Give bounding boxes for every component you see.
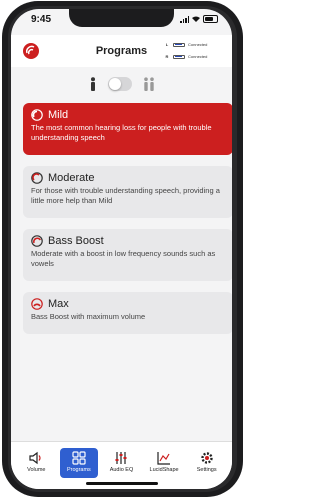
left-device-battery bbox=[173, 42, 185, 47]
left-device-connection: Connected bbox=[188, 42, 208, 47]
mode-toggle-row bbox=[11, 71, 232, 97]
mode-toggle-switch[interactable] bbox=[107, 77, 132, 91]
program-name: Mild bbox=[48, 109, 69, 121]
right-device-connection: Connected bbox=[188, 54, 208, 59]
tab-audio-eq[interactable]: Audio EQ bbox=[102, 448, 140, 478]
chart-icon bbox=[157, 452, 171, 465]
program-card-bass-boost[interactable]: Bass Boost Moderate with a boost in low … bbox=[23, 229, 232, 281]
status-time: 9:45 bbox=[31, 14, 52, 25]
program-name: Max bbox=[48, 298, 69, 310]
program-card-moderate[interactable]: Moderate For those with trouble understa… bbox=[23, 166, 232, 218]
program-description: Bass Boost with maximum volume bbox=[31, 312, 146, 321]
battery-icon bbox=[203, 15, 218, 23]
tab-programs[interactable]: Programs bbox=[59, 448, 98, 478]
tab-volume[interactable]: Volume bbox=[17, 448, 55, 478]
app-screen: 9:45 Programs L Connected R Connected Mi… bbox=[11, 9, 232, 489]
status-icons bbox=[180, 15, 218, 23]
grid-icon bbox=[72, 451, 86, 465]
tab-label: Programs bbox=[66, 467, 91, 473]
gauge-icon bbox=[31, 172, 43, 184]
program-name-row: Max bbox=[31, 298, 225, 310]
home-indicator bbox=[86, 482, 158, 485]
app-header: Programs L Connected R Connected bbox=[11, 35, 232, 67]
program-card-mild[interactable]: Mild The most common hearing loss for pe… bbox=[23, 103, 232, 155]
program-name: Moderate bbox=[48, 172, 95, 184]
gauge-icon bbox=[31, 235, 43, 247]
tab-label: Volume bbox=[27, 467, 46, 473]
gauge-icon bbox=[31, 298, 43, 310]
left-device-label: L bbox=[165, 42, 169, 47]
sliders-icon bbox=[115, 452, 127, 464]
program-name-row: Mild bbox=[31, 109, 225, 121]
tab-label: LucidShape bbox=[149, 467, 179, 473]
program-name: Bass Boost bbox=[48, 235, 104, 247]
right-device-label: R bbox=[165, 54, 169, 59]
tab-settings[interactable]: Settings bbox=[188, 448, 226, 478]
right-device-battery bbox=[173, 54, 185, 59]
signal-icon bbox=[180, 15, 189, 23]
gauge-icon bbox=[31, 109, 43, 121]
two-people-icon[interactable] bbox=[142, 77, 156, 91]
tab-label: Audio EQ bbox=[109, 467, 134, 473]
tab-lucidshape[interactable]: LucidShape bbox=[145, 448, 183, 478]
speaker-icon bbox=[29, 451, 41, 465]
program-name-row: Bass Boost bbox=[31, 235, 225, 247]
single-person-icon[interactable] bbox=[88, 77, 98, 91]
toggle-knob bbox=[108, 78, 121, 90]
program-description: For those with trouble understanding spe… bbox=[31, 186, 220, 205]
program-description: Moderate with a boost in low frequency s… bbox=[31, 249, 216, 268]
program-description: The most common hearing loss for people … bbox=[31, 123, 212, 142]
program-card-max[interactable]: Max Bass Boost with maximum volume bbox=[23, 292, 232, 334]
gear-icon bbox=[200, 452, 213, 464]
right-device-status: R Connected bbox=[164, 54, 224, 59]
wifi-icon bbox=[192, 16, 200, 22]
tab-label: Settings bbox=[196, 467, 217, 473]
left-device-status: L Connected bbox=[164, 42, 224, 47]
notch bbox=[69, 9, 174, 27]
program-name-row: Moderate bbox=[31, 172, 225, 184]
